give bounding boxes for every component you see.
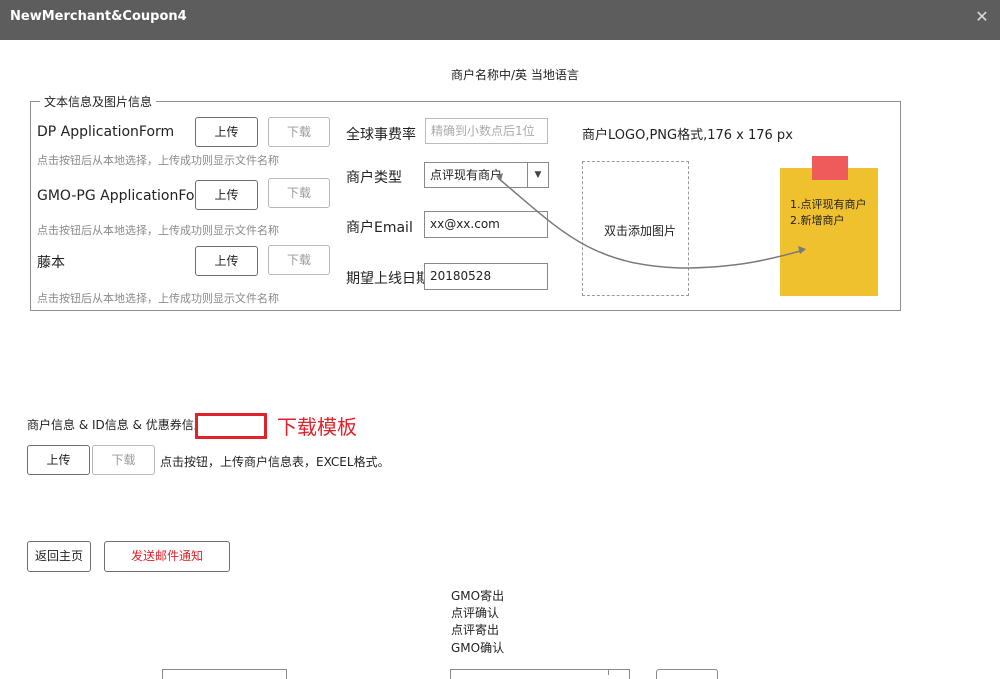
status-select-divider	[608, 669, 609, 675]
back-home-button[interactable]: 返回主页	[27, 541, 91, 572]
status-option-gmo-confirm: GMO确认	[451, 641, 505, 655]
status-option-gmo-sent: GMO寄出	[451, 589, 505, 603]
merchant-download-button[interactable]: 下载	[92, 445, 155, 475]
merchant-info-label: 商户信息 & ID信息 & 优惠券信息	[27, 418, 206, 432]
merchant-upload-hint: 点击按钮，上传商户信息表，EXCEL格式。	[160, 455, 390, 469]
annotation-arrow	[496, 173, 806, 269]
template-annotation: 下载模板	[277, 415, 357, 439]
bottom-button-partial[interactable]	[656, 669, 718, 679]
send-mail-button[interactable]: 发送邮件通知	[104, 541, 230, 572]
bottom-input-partial[interactable]	[162, 669, 287, 679]
merchant-upload-button[interactable]: 上传	[27, 445, 90, 475]
template-highlight-box	[195, 413, 267, 439]
status-option-dp-confirm: 点评确认	[451, 606, 500, 620]
status-select-partial[interactable]	[450, 669, 630, 679]
status-option-dp-sent: 点评寄出	[451, 623, 500, 637]
